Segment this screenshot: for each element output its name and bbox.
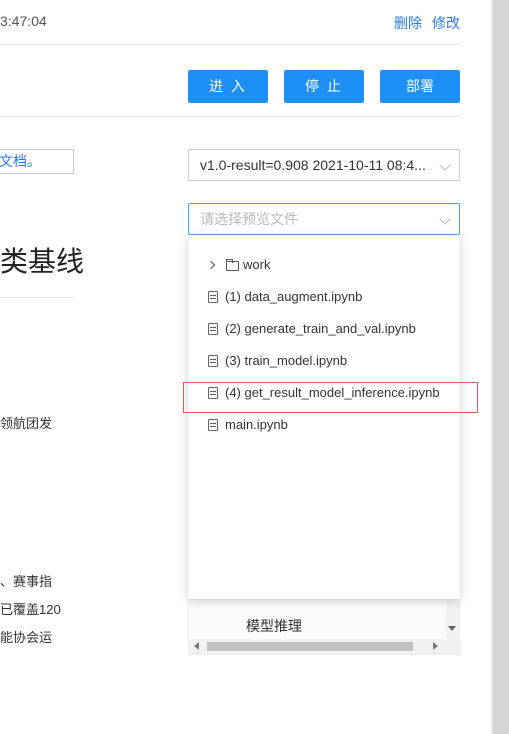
- page-scrollbar[interactable]: [493, 0, 509, 734]
- chevron-down-icon: [439, 213, 451, 225]
- table-preview: 模型推理: [188, 599, 461, 655]
- enter-button[interactable]: 进 入: [188, 70, 268, 103]
- tree-file-item[interactable]: (1) data_augment.ipynb: [188, 285, 460, 309]
- file-icon: [208, 291, 218, 303]
- tree-file-item[interactable]: (2) generate_train_and_val.ipynb: [188, 317, 460, 341]
- table-cell: 模型推理: [246, 618, 302, 634]
- version-select-value: v1.0-result=0.908 2021-10-11 08:4...: [200, 157, 426, 173]
- body-text-line: 领航团发: [0, 416, 53, 431]
- actions-divider: [0, 116, 460, 117]
- scroll-right-icon[interactable]: [433, 642, 438, 650]
- tree-folder-work[interactable]: work: [188, 253, 460, 277]
- tree-item-label: work: [243, 257, 271, 272]
- highlight-box: [183, 382, 478, 413]
- folder-icon: [226, 259, 239, 271]
- scroll-left-icon[interactable]: [194, 642, 199, 650]
- stop-button[interactable]: 停 止: [284, 70, 364, 103]
- body-text-line: 能协会运: [0, 630, 53, 645]
- tree-file-item[interactable]: (3) train_model.ipynb: [188, 349, 460, 373]
- timestamp: 3:47:04: [0, 13, 47, 29]
- file-icon: [208, 323, 218, 335]
- table-horizontal-scrollbar[interactable]: [189, 639, 461, 654]
- table-vertical-scrollbar[interactable]: [446, 600, 459, 640]
- preview-file-placeholder: 请选择预览文件: [200, 211, 298, 227]
- scroll-down-icon[interactable]: [448, 626, 456, 631]
- tree-item-label: (1) data_augment.ipynb: [225, 289, 363, 304]
- version-select[interactable]: v1.0-result=0.908 2021-10-11 08:4...: [188, 149, 460, 181]
- page-title: 类基线: [0, 245, 85, 278]
- preview-file-select[interactable]: 请选择预览文件: [188, 203, 460, 235]
- edit-link[interactable]: 修改: [432, 13, 460, 33]
- delete-link[interactable]: 删除: [394, 13, 422, 33]
- doc-link-box[interactable]: 文档。: [0, 149, 74, 174]
- deploy-button[interactable]: 部署: [380, 70, 460, 103]
- body-text-line: 、赛事指: [0, 574, 53, 589]
- scrollbar-thumb[interactable]: [207, 642, 413, 651]
- tree-item-label: main.ipynb: [225, 417, 288, 432]
- file-icon: [208, 419, 218, 431]
- tree-item-label: (3) train_model.ipynb: [225, 353, 348, 368]
- chevron-right-icon[interactable]: [206, 260, 216, 270]
- file-icon: [208, 355, 218, 367]
- header-divider: [0, 44, 460, 45]
- title-divider: [0, 297, 74, 298]
- chevron-down-icon: [439, 159, 451, 171]
- file-tree-dropdown: work (1) data_augment.ipynb (2) generate…: [188, 236, 460, 599]
- tree-file-item[interactable]: main.ipynb: [188, 413, 460, 437]
- tree-item-label: (2) generate_train_and_val.ipynb: [225, 321, 416, 336]
- body-text-line: 已覆盖120: [0, 602, 61, 617]
